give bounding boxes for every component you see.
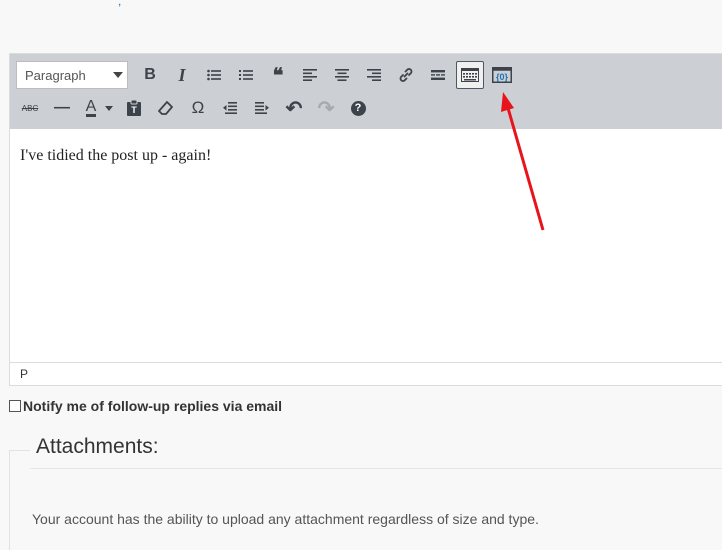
- editor-toolbar: Paragraph B I ❝ {0} ABC — A T Ω ↶ ↷ ?: [10, 54, 722, 129]
- editor-statusbar: P: [10, 362, 722, 385]
- horizontal-line-button[interactable]: —: [48, 94, 76, 122]
- italic-button[interactable]: I: [168, 61, 196, 89]
- attachments-title: Attachments:: [36, 435, 159, 458]
- italic-icon: I: [178, 64, 186, 85]
- strikethrough-button[interactable]: ABC: [16, 94, 44, 122]
- svg-text:T: T: [131, 105, 137, 115]
- partial-link-fragment[interactable]: ,: [118, 0, 124, 8]
- bold-button[interactable]: B: [136, 61, 164, 89]
- notify-option[interactable]: Notify me of follow-up replies via email: [9, 398, 282, 414]
- read-more-button[interactable]: [424, 61, 452, 89]
- align-center-icon: [335, 69, 349, 81]
- notify-label: Notify me of follow-up replies via email: [23, 398, 283, 414]
- attachments-border: [10, 450, 30, 451]
- blockquote-icon: ❝: [272, 64, 284, 87]
- text-color-icon: A: [85, 97, 97, 117]
- notify-checkbox[interactable]: [9, 400, 21, 412]
- bulleted-list-button[interactable]: [200, 61, 228, 89]
- help-button[interactable]: ?: [344, 94, 372, 122]
- align-right-icon: [367, 69, 381, 81]
- undo-icon: ↶: [285, 97, 303, 120]
- horizontal-line-icon: —: [54, 99, 70, 116]
- chevron-down-icon: [113, 72, 123, 78]
- toolbar-toggle-button[interactable]: [456, 61, 484, 89]
- help-icon: ?: [350, 100, 366, 116]
- text-color-button[interactable]: A: [80, 94, 102, 122]
- attachments-note: Your account has the ability to upload a…: [32, 511, 539, 527]
- outdent-icon: [223, 102, 237, 114]
- read-more-icon: [431, 70, 445, 80]
- align-center-button[interactable]: [328, 61, 356, 89]
- clear-formatting-icon: [158, 101, 173, 115]
- numbered-list-button[interactable]: [232, 61, 260, 89]
- insert-link-icon: [399, 68, 413, 82]
- paste-as-text-icon: T: [127, 100, 141, 116]
- indent-button[interactable]: [248, 94, 276, 122]
- align-right-button[interactable]: [360, 61, 388, 89]
- code-block-button[interactable]: {0}: [488, 61, 516, 89]
- toolbar-toggle-icon: [461, 68, 479, 82]
- undo-button[interactable]: ↶: [280, 94, 308, 122]
- text-color-dropdown[interactable]: [102, 94, 116, 122]
- special-character-icon: Ω: [191, 98, 205, 117]
- clear-formatting-button[interactable]: [152, 94, 180, 122]
- editor-content-area[interactable]: I've tidied the post up - again!: [10, 130, 722, 363]
- format-select-value: Paragraph: [25, 67, 86, 83]
- chevron-down-icon: [105, 105, 113, 111]
- redo-button[interactable]: ↷: [312, 94, 340, 122]
- indent-icon: [255, 102, 269, 114]
- format-select[interactable]: Paragraph: [16, 61, 128, 89]
- toolbar-row-1: Paragraph B I ❝ {0}: [16, 60, 520, 90]
- rich-text-editor: Paragraph B I ❝ {0} ABC — A T Ω ↶ ↷ ? I'…: [9, 53, 722, 386]
- code-block-icon: {0}: [492, 67, 512, 83]
- toolbar-row-2: ABC — A T Ω ↶ ↷ ?: [16, 93, 376, 123]
- svg-text:{0}: {0}: [496, 72, 509, 82]
- editor-paragraph[interactable]: I've tidied the post up - again!: [20, 147, 211, 165]
- bold-icon: B: [144, 66, 156, 83]
- attachments-section: Attachments: Your account has the abilit…: [9, 435, 722, 550]
- divider: [30, 468, 722, 469]
- align-left-button[interactable]: [296, 61, 324, 89]
- strikethrough-icon: ABC: [21, 103, 39, 113]
- special-character-button[interactable]: Ω: [184, 94, 212, 122]
- outdent-button[interactable]: [216, 94, 244, 122]
- bulleted-list-icon: [207, 69, 221, 81]
- insert-link-button[interactable]: [392, 61, 420, 89]
- numbered-list-icon: [239, 70, 253, 80]
- blockquote-button[interactable]: ❝: [264, 61, 292, 89]
- element-path[interactable]: P: [20, 367, 28, 381]
- paste-as-text-button[interactable]: T: [120, 94, 148, 122]
- align-left-icon: [303, 69, 317, 81]
- redo-icon: ↷: [317, 97, 335, 120]
